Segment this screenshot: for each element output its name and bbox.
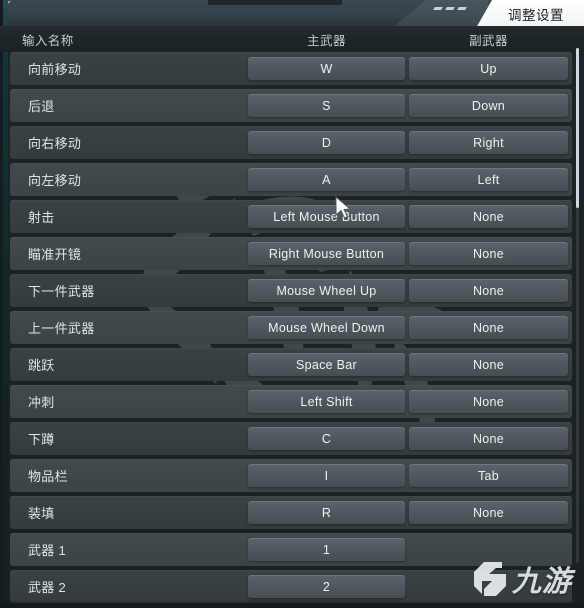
table-row[interactable]: 跳跃 Space Bar None [10,348,572,381]
secondary-key-button[interactable]: Down [409,94,568,117]
column-header-primary-weapon: 主武器 [307,34,346,48]
table-row[interactable]: 物品栏 I Tab [10,459,572,492]
jiuyou-logo-mark-icon [473,562,506,596]
tab-adjust-settings-label: 调整设置 [508,8,564,23]
secondary-key-button[interactable]: None [409,501,568,524]
secondary-key-button[interactable]: None [409,427,568,450]
primary-key-button[interactable]: S [248,94,405,117]
column-header-name: 输入名称 [22,34,74,48]
primary-key-button[interactable]: A [248,168,405,191]
keybinding-action-label: 武器 2 [28,580,67,595]
keybinding-action-label: 下一件武器 [28,284,95,299]
secondary-key-button[interactable]: None [409,205,568,228]
secondary-key-button[interactable]: None [409,353,568,376]
secondary-key-button[interactable]: Tab [409,464,568,487]
mouse-cursor-icon [335,196,352,219]
tab-adjust-settings[interactable]: 调整设置 [476,0,584,28]
column-header-row: 输入名称 主武器 副武器 [0,26,584,52]
table-row[interactable]: 向前移动 W Up [10,52,572,85]
primary-key-button[interactable]: D [248,131,405,154]
keybinding-action-label: 装填 [28,506,55,521]
table-row[interactable]: 向右移动 D Right [10,126,572,159]
primary-key-button[interactable]: R [248,501,405,524]
keybinding-list[interactable]: 向前移动 W Up 后退 S Down 向右移动 D Right 向左移动 A Left 射击 Left … [0,52,584,608]
keybinding-action-label: 向前移动 [28,62,82,77]
keybinding-action-label: 向右移动 [28,136,82,151]
keybinding-action-label: 瞄准开镜 [28,247,82,262]
table-row[interactable]: 装填 R None [10,496,572,529]
settings-tab-group: 调整设置 [394,0,584,28]
secondary-key-button[interactable]: Left [409,168,568,191]
table-row[interactable]: 下一件武器 Mouse Wheel Up None [10,274,572,307]
primary-key-button[interactable]: 1 [248,538,405,561]
tab-slant-decoration [394,0,488,28]
table-row[interactable]: 瞄准开镜 Right Mouse Button None [10,237,572,270]
secondary-key-button[interactable]: None [409,279,568,302]
keybinding-action-label: 武器 1 [28,543,67,558]
keybinding-action-label: 下蹲 [28,432,55,447]
keybinding-action-label: 向左移动 [28,173,82,188]
secondary-key-button[interactable]: None [409,390,568,413]
keybinding-action-label: 物品栏 [28,469,68,484]
primary-key-button[interactable]: Space Bar [248,353,405,376]
secondary-key-button[interactable]: None [409,316,568,339]
table-row[interactable]: 下蹲 C None [10,422,572,455]
primary-key-button[interactable]: Left Mouse Button [248,205,405,228]
top-center-accent-bar [208,0,342,5]
keybinding-action-label: 后退 [28,99,55,114]
secondary-key-button[interactable]: Up [409,57,568,80]
jiuyou-watermark-text: 九游 [511,564,572,598]
table-row[interactable]: 向左移动 A Left [10,163,572,196]
primary-key-button[interactable]: Right Mouse Button [248,242,405,265]
keybinding-action-label: 射击 [28,210,55,225]
primary-key-button[interactable]: 2 [248,575,405,598]
table-row[interactable]: 射击 Left Mouse Button None [10,200,572,233]
secondary-key-button[interactable]: None [409,242,568,265]
table-row[interactable]: 上一件武器 Mouse Wheel Down None [10,311,572,344]
table-row[interactable]: 冲刺 Left Shift None [10,385,572,418]
table-row[interactable]: 后退 S Down [10,89,572,122]
keybinding-action-label: 跳跃 [28,358,55,373]
keybinding-settings-screen: 调整设置 输入名称 主武器 副武器 向前移动 W Up 后退 S Down 向右… [0,0,584,608]
primary-key-button[interactable]: Mouse Wheel Down [248,316,405,339]
primary-key-button[interactable]: W [248,57,405,80]
secondary-key-button[interactable]: Right [409,131,568,154]
primary-key-button[interactable]: Mouse Wheel Up [248,279,405,302]
column-header-secondary-weapon: 副武器 [469,34,508,48]
primary-key-button[interactable]: Left Shift [248,390,405,413]
jiuyou-watermark: 九游 [472,558,572,600]
tab-tick-marks-icon [433,7,467,10]
primary-key-button[interactable]: C [248,427,405,450]
primary-key-button[interactable]: I [248,464,405,487]
scrollbar-thumb[interactable] [576,48,579,208]
keybinding-action-label: 上一件武器 [28,321,95,336]
bottom-fade [0,600,584,608]
keybinding-action-label: 冲刺 [28,395,55,410]
